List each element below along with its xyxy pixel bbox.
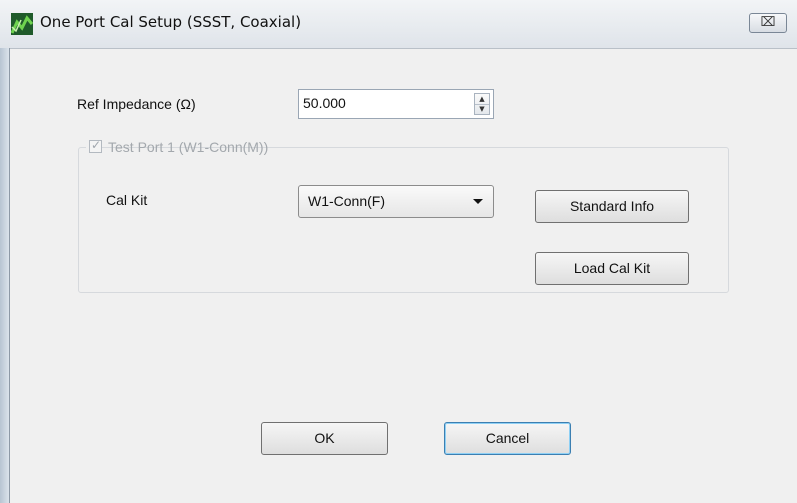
- title-bar: One Port Cal Setup (SSST, Coaxial) ⌧: [0, 0, 797, 49]
- ok-label: OK: [314, 430, 335, 446]
- ok-button[interactable]: OK: [261, 422, 388, 455]
- standard-info-label: Standard Info: [569, 198, 655, 214]
- cancel-button[interactable]: Cancel: [444, 422, 571, 455]
- ref-impedance-label: Ref Impedance (Ω): [77, 96, 196, 112]
- test-port-checkbox[interactable]: ✓: [89, 138, 102, 153]
- close-icon: ⌧: [760, 15, 776, 30]
- ref-impedance-spinner[interactable]: ▲ ▼: [474, 93, 490, 115]
- test-port-legend: ✓ Test Port 1 (W1-Conn(M)): [86, 138, 268, 157]
- load-cal-kit-button[interactable]: Load Cal Kit: [535, 252, 689, 285]
- spin-down-icon[interactable]: ▼: [475, 104, 489, 114]
- window-title: One Port Cal Setup (SSST, Coaxial): [40, 13, 302, 31]
- cal-kit-select[interactable]: W1-Conn(F): [298, 185, 494, 218]
- close-button[interactable]: ⌧: [749, 13, 787, 33]
- cal-kit-value: W1-Conn(F): [308, 193, 386, 209]
- test-port-label: Test Port 1 (W1-Conn(M)): [108, 139, 269, 155]
- window-frame-left: [0, 48, 10, 503]
- standard-info-button[interactable]: Standard Info: [535, 190, 689, 223]
- ref-impedance-value[interactable]: 50.000: [303, 95, 346, 111]
- cancel-label: Cancel: [485, 430, 530, 446]
- cal-kit-label: Cal Kit: [106, 192, 148, 208]
- ref-impedance-input[interactable]: 50.000 ▲ ▼: [298, 89, 494, 119]
- load-cal-kit-label: Load Cal Kit: [573, 260, 651, 276]
- checkmark-icon: ✓: [91, 138, 102, 152]
- app-icon: [11, 13, 33, 35]
- chevron-down-icon: [473, 199, 483, 204]
